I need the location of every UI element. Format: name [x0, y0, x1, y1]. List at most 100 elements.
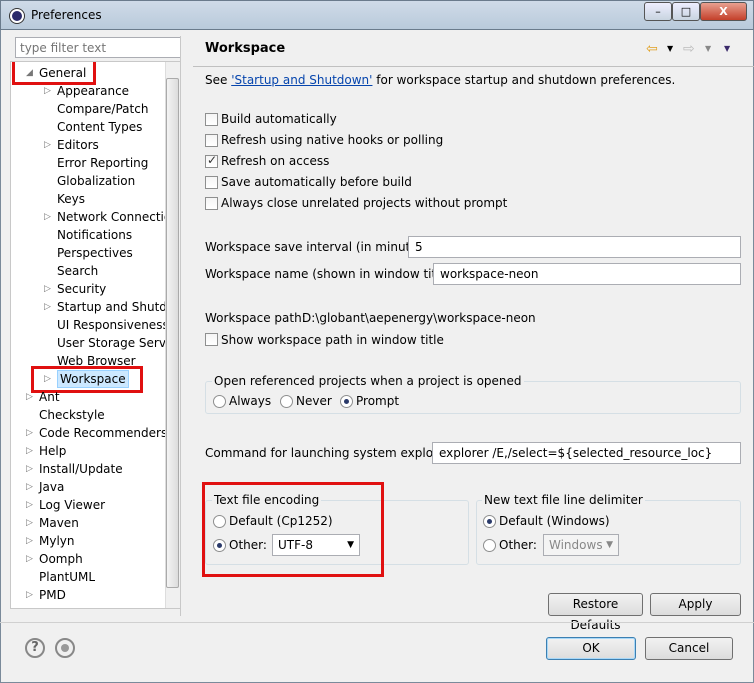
- expand-icon[interactable]: ▷: [26, 518, 33, 528]
- tree-item[interactable]: Install/Update: [39, 460, 123, 478]
- tree-item[interactable]: Network Connections: [57, 208, 180, 226]
- expand-icon[interactable]: ▷: [44, 212, 51, 222]
- restore-defaults-button[interactable]: Restore Defaults: [548, 593, 643, 632]
- option-checkbox[interactable]: [205, 113, 218, 126]
- tree-item[interactable]: Search: [57, 262, 98, 280]
- intro-text: See 'Startup and Shutdown' for workspace…: [205, 73, 675, 87]
- tree-item[interactable]: User Storage Service: [57, 334, 180, 352]
- minimize-button[interactable]: –: [644, 2, 672, 21]
- page-title: Workspace: [205, 41, 286, 56]
- expand-icon[interactable]: ▷: [26, 392, 33, 402]
- expand-icon[interactable]: ▷: [26, 428, 33, 438]
- expand-icon[interactable]: ▷: [44, 140, 51, 150]
- expand-icon[interactable]: ▷: [26, 500, 33, 510]
- scrollbar-thumb[interactable]: [166, 78, 179, 588]
- cancel-button[interactable]: Cancel: [645, 637, 733, 660]
- expand-icon[interactable]: ▷: [26, 482, 33, 492]
- forward-menu-icon[interactable]: ▼: [705, 44, 711, 53]
- open-ref-radio[interactable]: [340, 395, 353, 408]
- workspace-name-input[interactable]: workspace-neon: [433, 263, 741, 285]
- encoding-highlight-box: [202, 482, 384, 577]
- tree-item[interactable]: Perspectives: [57, 244, 133, 262]
- expand-icon[interactable]: ▷: [26, 464, 33, 474]
- delimiter-combo: Windows ▼: [543, 534, 619, 556]
- tree-item[interactable]: Help: [39, 442, 66, 460]
- open-ref-radio[interactable]: [213, 395, 226, 408]
- tree-item[interactable]: PMD: [39, 586, 66, 604]
- tree-item[interactable]: Oomph: [39, 550, 83, 568]
- tree-item[interactable]: Content Types: [57, 118, 142, 136]
- tree-item[interactable]: Maven: [39, 514, 79, 532]
- explorer-command-input[interactable]: explorer /E,/select=${selected_resource_…: [432, 442, 741, 464]
- expand-icon[interactable]: ▷: [26, 590, 33, 600]
- open-ref-label: Always: [229, 394, 272, 408]
- show-path-checkbox[interactable]: [205, 333, 218, 346]
- intro-prefix: See: [205, 73, 232, 87]
- option-label: Save automatically before build: [221, 175, 412, 189]
- workspace-path-value: D:\globant\aepenergy\workspace-neon: [302, 311, 536, 325]
- delimiter-default-label: Default (Windows): [499, 514, 610, 528]
- tree-item[interactable]: Keys: [57, 190, 85, 208]
- title-bar: Preferences – □ X: [0, 0, 754, 30]
- footer-separator: [0, 622, 754, 623]
- eclipse-icon: [10, 9, 24, 23]
- filter-input[interactable]: [15, 37, 181, 58]
- expand-icon[interactable]: ▷: [44, 302, 51, 312]
- delimiter-other-radio[interactable]: [483, 539, 496, 552]
- option-label: Build automatically: [221, 112, 337, 126]
- close-button[interactable]: X: [700, 2, 747, 21]
- delimiter-value: Windows: [549, 538, 603, 552]
- maximize-button[interactable]: □: [672, 2, 700, 21]
- tree-item[interactable]: Notifications: [57, 226, 132, 244]
- import-export-icon[interactable]: [55, 638, 75, 658]
- save-interval-label: Workspace save interval (in minutes):: [205, 240, 433, 254]
- delimiter-default-radio[interactable]: [483, 515, 496, 528]
- open-referenced-label: Open referenced projects when a project …: [212, 374, 524, 388]
- tree-item[interactable]: PlantUML: [39, 568, 95, 586]
- workspace-name-label: Workspace name (shown in window title):: [205, 267, 456, 281]
- startup-shutdown-link[interactable]: 'Startup and Shutdown': [231, 73, 372, 87]
- preference-tree: ◢ General ▷ Appearance Compare/Patch Content …: [10, 61, 181, 609]
- apply-button[interactable]: Apply: [650, 593, 741, 616]
- forward-arrow-icon[interactable]: ⇨: [683, 41, 695, 57]
- tree-item[interactable]: UI Responsiveness Monitoring: [57, 316, 180, 334]
- help-icon[interactable]: ?: [25, 638, 45, 658]
- expand-icon[interactable]: ▷: [26, 554, 33, 564]
- back-menu-icon[interactable]: ▼: [667, 44, 673, 53]
- chevron-down-icon: ▼: [606, 540, 613, 550]
- save-interval-input[interactable]: 5: [408, 236, 741, 258]
- tree-item[interactable]: Checkstyle: [39, 406, 105, 424]
- option-checkbox[interactable]: [205, 153, 218, 168]
- option-checkbox[interactable]: [205, 176, 218, 189]
- sash[interactable]: [180, 36, 181, 616]
- tree-item[interactable]: Security: [57, 280, 106, 298]
- view-menu-icon[interactable]: ▼: [724, 44, 730, 53]
- expand-icon[interactable]: ▷: [44, 284, 51, 294]
- option-checkbox[interactable]: [205, 197, 218, 210]
- explorer-command-label: Command for launching system explorer:: [205, 446, 454, 460]
- tree-item[interactable]: Log Viewer: [39, 496, 105, 514]
- tree-item[interactable]: Error Reporting: [57, 154, 148, 172]
- open-ref-radio[interactable]: [280, 395, 293, 408]
- expand-icon[interactable]: ▷: [26, 446, 33, 456]
- tree-item[interactable]: Mylyn: [39, 532, 75, 550]
- intro-suffix: for workspace startup and shutdown prefe…: [372, 73, 676, 87]
- ok-button[interactable]: OK: [546, 637, 636, 660]
- option-label: Refresh on access: [221, 154, 330, 168]
- tree-item[interactable]: Ant: [39, 388, 60, 406]
- back-arrow-icon[interactable]: ⇦: [646, 41, 658, 57]
- expand-icon[interactable]: ▷: [26, 536, 33, 546]
- expand-icon[interactable]: ▷: [44, 86, 51, 96]
- open-ref-label: Never: [296, 394, 332, 408]
- tree-item[interactable]: Globalization: [57, 172, 135, 190]
- header-separator: [193, 66, 754, 67]
- show-path-label: Show workspace path in window title: [221, 333, 444, 347]
- tree-item[interactable]: Compare/Patch: [57, 100, 148, 118]
- option-checkbox[interactable]: [205, 134, 218, 147]
- tree-item[interactable]: Startup and Shutdown: [57, 298, 180, 316]
- tree-item[interactable]: Code Recommenders: [39, 424, 167, 442]
- workspace-path-label: Workspace path:: [205, 311, 306, 325]
- tree-item[interactable]: Java: [39, 478, 64, 496]
- tree-item[interactable]: Appearance: [57, 82, 129, 100]
- tree-item[interactable]: Editors: [57, 136, 99, 154]
